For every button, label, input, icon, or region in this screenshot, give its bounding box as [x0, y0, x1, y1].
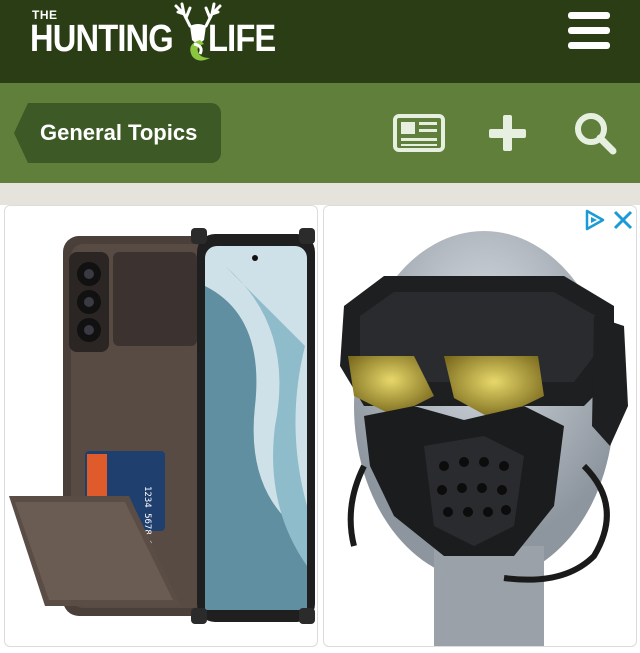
breadcrumb-label: General Topics	[40, 120, 198, 145]
ad-controls	[578, 205, 638, 235]
hamburger-menu-icon-bar	[568, 27, 610, 34]
plus-icon	[489, 115, 526, 151]
tactical-mask-image	[340, 231, 628, 646]
newspaper-button[interactable]	[391, 105, 447, 161]
hamburger-menu-icon-bar	[568, 12, 610, 19]
logo-life-text: LIFE	[208, 18, 276, 60]
breadcrumb-arrow	[14, 103, 28, 163]
forum-subnav-bar: General Topics	[0, 83, 640, 183]
search-button[interactable]	[567, 105, 623, 161]
adchoices-icon[interactable]	[582, 208, 606, 232]
site-logo[interactable]: THE HUNTING LIFE	[30, 2, 280, 74]
breadcrumb-body: General Topics	[28, 103, 221, 163]
ad-phone-case[interactable]: 1234 5678 9816	[4, 205, 318, 647]
newspaper-icon	[393, 114, 445, 152]
hamburger-menu-icon-bar	[568, 42, 610, 49]
search-icon	[575, 113, 617, 155]
close-icon[interactable]	[612, 209, 634, 231]
content-divider	[0, 183, 640, 205]
hamburger-menu-button[interactable]	[566, 12, 612, 50]
ad-tactical-mask[interactable]	[323, 205, 637, 647]
phone-case-card-holder-image: 1234 5678 9816	[9, 228, 315, 624]
logo-hunting-text: HUNTING	[30, 18, 174, 60]
site-header: THE HUNTING LIFE	[0, 0, 640, 83]
new-post-button[interactable]	[479, 105, 535, 161]
